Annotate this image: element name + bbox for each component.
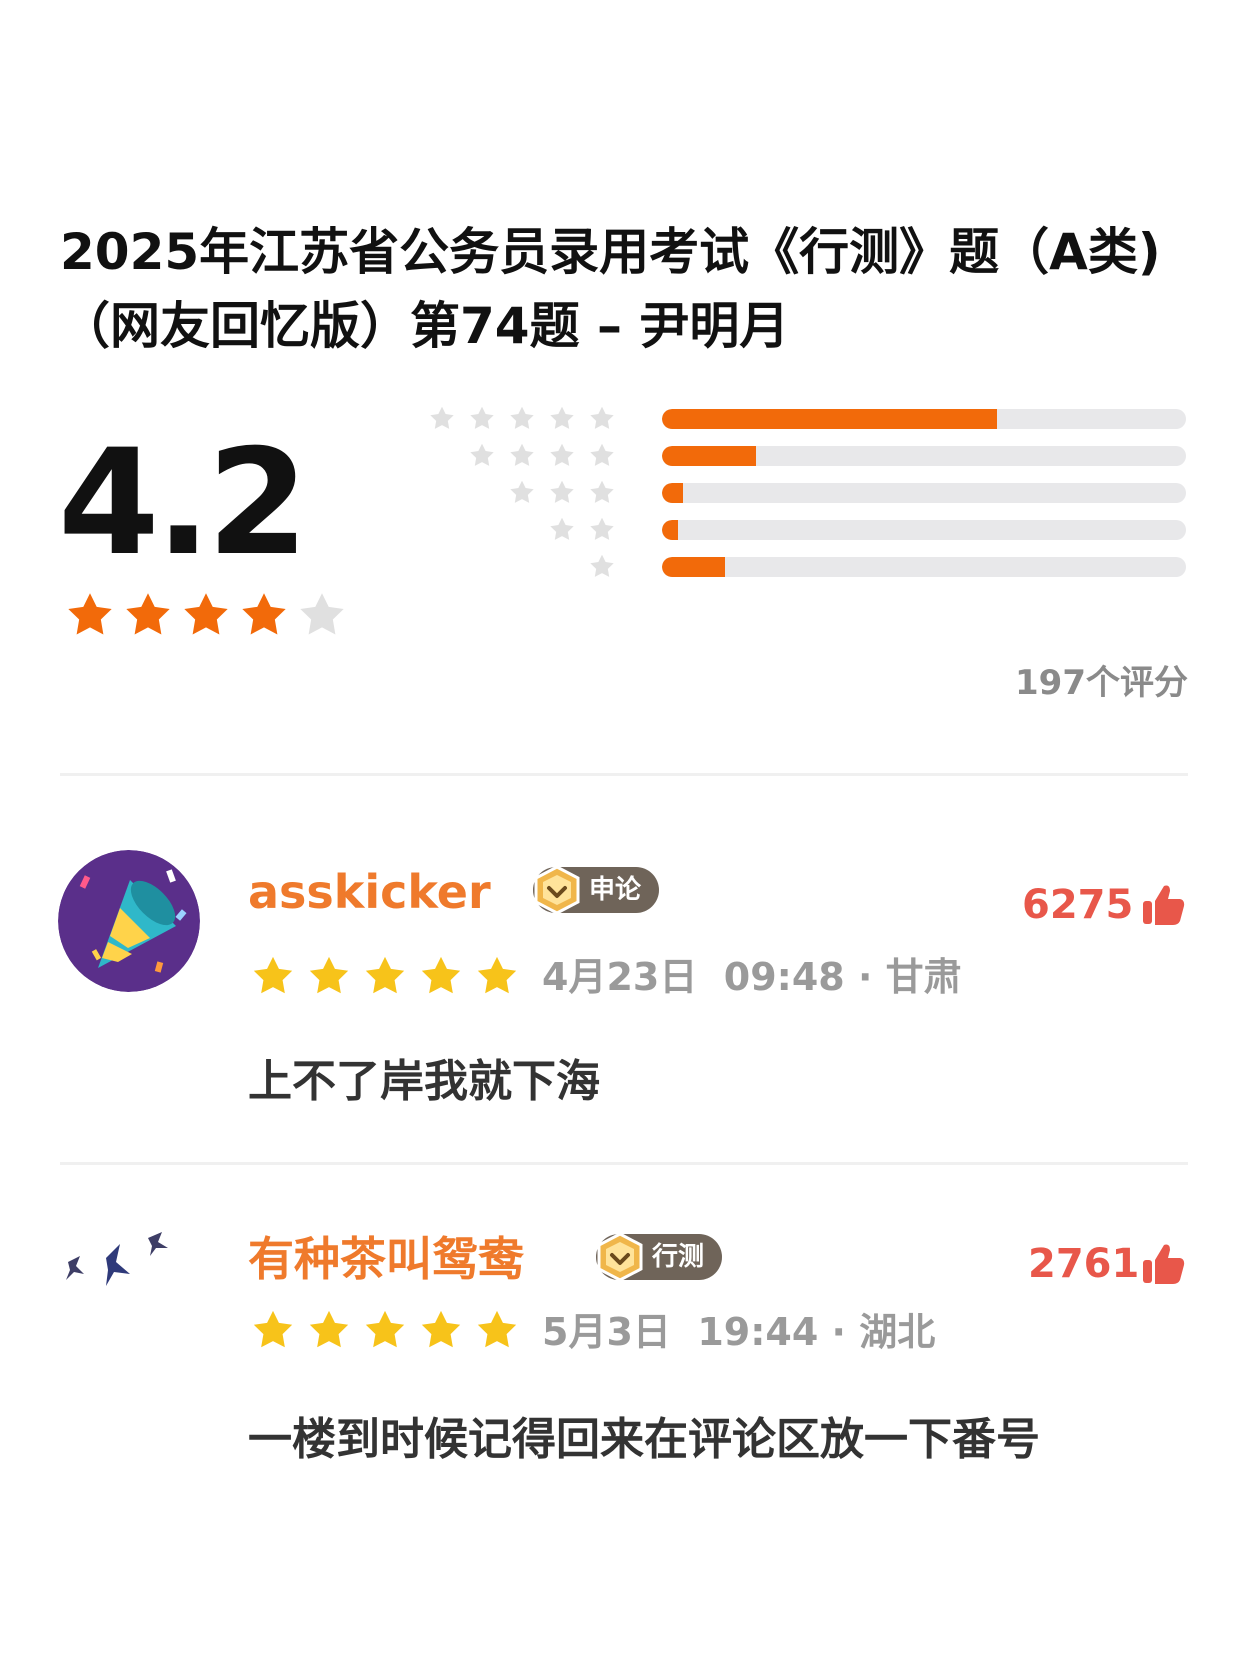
star-filled-icon [477, 956, 517, 994]
distribution-stars [588, 553, 616, 581]
shield-check-icon [597, 1232, 643, 1282]
distribution-bar-fill [662, 409, 998, 429]
star-filled-icon [365, 1310, 405, 1348]
star-grey-icon [550, 406, 574, 429]
thumbs-up-icon[interactable] [1140, 882, 1186, 928]
distribution-bar-track [662, 557, 1186, 577]
rating-count: 197个评分 [1015, 663, 1188, 703]
distribution-bar-track [662, 520, 1186, 540]
star-filled-icon [242, 593, 286, 635]
star-filled-icon [365, 956, 405, 994]
star-filled-icon [309, 1310, 349, 1348]
star-grey-icon [510, 480, 534, 503]
review-username[interactable]: 有种茶叫鸳鸯 [248, 1231, 524, 1287]
review-meta: 4月23日 09:48 · 甘肃 [542, 955, 962, 999]
distribution-row-2 [430, 516, 1190, 544]
star-filled-icon [184, 593, 228, 635]
star-grey-icon [470, 443, 494, 466]
star-filled-icon [309, 956, 349, 994]
distribution-row-4 [430, 442, 1190, 470]
avatar[interactable] [58, 1196, 200, 1338]
review-stars [250, 954, 520, 1000]
distribution-bar-track [662, 483, 1186, 503]
star-grey-icon [590, 554, 614, 577]
star-empty-icon [300, 593, 344, 635]
distribution-bar-fill [662, 446, 757, 466]
star-grey-icon [510, 443, 534, 466]
distribution-bar-track [662, 409, 1186, 429]
badge-label: 行测 [652, 1242, 705, 1272]
review-comment: 一楼到时候记得回来在评论区放一下番号 [248, 1414, 1040, 1465]
distribution-stars [468, 442, 616, 470]
star-grey-icon [430, 406, 454, 429]
birds-icon [66, 1232, 168, 1286]
star-grey-icon [550, 443, 574, 466]
divider [60, 773, 1188, 776]
distribution-bar-fill [662, 483, 683, 503]
star-filled-icon [253, 956, 293, 994]
distribution-bar-track [662, 446, 1186, 466]
average-stars [64, 590, 348, 642]
distribution-row-5 [430, 405, 1190, 433]
star-filled-icon [477, 1310, 517, 1348]
star-filled-icon [68, 593, 112, 635]
distribution-stars [428, 405, 616, 433]
distribution-bar-fill [662, 520, 678, 540]
distribution-stars [508, 479, 616, 507]
star-grey-icon [470, 406, 494, 429]
review-stars [250, 1308, 520, 1354]
star-grey-icon [590, 406, 614, 429]
like-count: 6275 [1022, 882, 1134, 928]
star-grey-icon [510, 406, 534, 429]
divider [60, 1162, 1188, 1165]
distribution-bar-fill [662, 557, 725, 577]
thumbs-up-icon[interactable] [1140, 1241, 1186, 1287]
star-filled-icon [421, 1310, 461, 1348]
star-filled-icon [253, 1310, 293, 1348]
distribution-stars [548, 516, 616, 544]
badge-label: 申论 [589, 875, 642, 905]
review-meta: 5月3日 19:44 · 湖北 [542, 1310, 936, 1354]
star-grey-icon [550, 517, 574, 540]
user-badge: 申论 [533, 865, 660, 915]
review-comment: 上不了岸我就下海 [248, 1056, 600, 1107]
like-count: 2761 [1028, 1241, 1140, 1287]
avatar[interactable] [58, 850, 200, 992]
distribution-row-3 [430, 479, 1190, 507]
star-filled-icon [126, 593, 170, 635]
page-title: 2025年江苏省公务员录用考试《行测》题（A类)（网友回忆版）第74题 – 尹明… [60, 223, 1161, 355]
star-grey-icon [590, 443, 614, 466]
review-username[interactable]: asskicker [248, 864, 491, 920]
star-grey-icon [590, 480, 614, 503]
star-filled-icon [421, 956, 461, 994]
star-grey-icon [590, 517, 614, 540]
user-badge: 行测 [596, 1232, 723, 1282]
party-popper-icon [58, 850, 200, 992]
distribution-row-1 [430, 553, 1190, 581]
average-score: 4.2 [58, 418, 309, 588]
shield-check-icon [534, 865, 580, 915]
star-grey-icon [550, 480, 574, 503]
